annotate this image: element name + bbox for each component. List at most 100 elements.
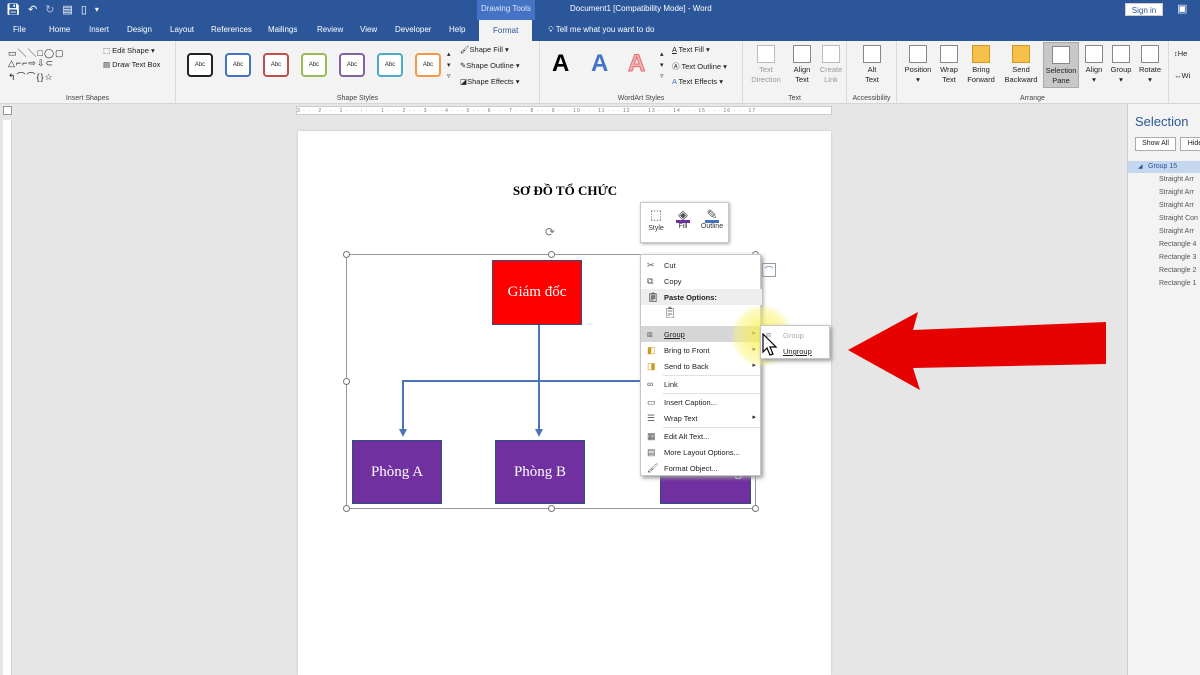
draw-text-box-button[interactable]: ▤ Draw Text Box (103, 60, 160, 69)
undo-icon[interactable]: ↶ (28, 3, 37, 16)
selection-item-group[interactable]: ◢ Group 15 (1128, 161, 1200, 173)
mini-style-button[interactable]: ⬚ Style (643, 207, 669, 232)
selection-pane-label-1: Selection (1045, 66, 1077, 75)
rotate-button[interactable]: Rotate ▾ (1135, 45, 1165, 85)
customize-qat-icon[interactable]: ▾ (95, 3, 99, 16)
layout-options-icon[interactable]: ⌒ (762, 263, 776, 277)
shape-height-field[interactable]: ↕He (1174, 49, 1187, 58)
shapes-gallery-row2[interactable]: △⌐⌐⇨⇩⊂ (8, 58, 54, 69)
edit-shape-button[interactable]: ⬚ Edit Shape ▾ (103, 46, 155, 55)
arrange-label: Arrange (1020, 95, 1045, 102)
shape-style-6[interactable]: Abc (377, 53, 403, 77)
mini-outline-button[interactable]: ✎ Outline (697, 207, 727, 230)
selection-item[interactable]: Rectangle 1 (1128, 278, 1200, 290)
wrap-text-button[interactable]: Wrap Text (935, 45, 963, 85)
tab-mailings[interactable]: Mailings (268, 25, 297, 34)
page-title: SƠ ĐỒ TỔ CHỨC (512, 183, 618, 198)
show-all-button[interactable]: Show All (1135, 137, 1176, 151)
send-backward-label-1: Send (1012, 65, 1030, 74)
resize-handle-l[interactable] (343, 378, 350, 385)
tab-format[interactable]: Format (479, 20, 533, 41)
selection-item[interactable]: Straight Arr (1128, 200, 1200, 212)
department-a-box[interactable]: Phòng A (352, 440, 442, 504)
menu-insert-caption[interactable]: ▭ Insert Caption... (641, 394, 762, 410)
shape-style-4[interactable]: Abc (301, 53, 327, 77)
tab-home[interactable]: Home (49, 25, 70, 34)
shape-fill-button[interactable]: 🖌︎Shape Fill ▾ (460, 45, 509, 54)
selection-item[interactable]: Straight Arr (1128, 226, 1200, 238)
sign-in-button[interactable]: Sign in (1125, 3, 1163, 16)
tell-me-search[interactable]: 💡︎ Tell me what you want to do (548, 25, 654, 35)
selection-item[interactable]: Straight Arr (1128, 187, 1200, 199)
director-box[interactable]: Giám đốc (492, 260, 582, 325)
shape-outline-button[interactable]: ✎Shape Outline ▾ (460, 61, 520, 70)
new-document-icon[interactable]: ▯ (81, 3, 87, 16)
wordart-black[interactable]: A (552, 50, 569, 78)
menu-copy[interactable]: ⧉ Copy (641, 273, 762, 289)
mini-fill-button[interactable]: ◈ Fill (670, 207, 696, 230)
tab-references[interactable]: References (211, 25, 252, 34)
ruler-tab-selector[interactable] (3, 106, 12, 115)
selection-item[interactable]: Rectangle 2 (1128, 265, 1200, 277)
shape-styles-scroll[interactable]: ▴ ▾ ▿ (447, 49, 451, 82)
tab-help[interactable]: Help (449, 25, 465, 34)
selection-item[interactable]: Rectangle 4 (1128, 239, 1200, 251)
group-button[interactable]: Group ▾ (1107, 45, 1135, 85)
align-text-button[interactable]: Align Text (787, 45, 817, 85)
menu-edit-alt-text[interactable]: ▦ Edit Alt Text... (641, 428, 762, 444)
vertical-ruler[interactable] (3, 120, 12, 675)
department-b-box[interactable]: Phòng B (495, 440, 585, 504)
text-effects-button[interactable]: A Text Effects ▾ (672, 77, 723, 86)
ribbon-display-options-icon[interactable]: ▣ (1177, 2, 1187, 15)
selection-pane-button[interactable]: Selection Pane (1043, 42, 1079, 88)
wordart-outline-red[interactable]: A (627, 50, 645, 78)
shapes-gallery-row3[interactable]: ↰⌒⌒{}☆ (8, 70, 54, 83)
tab-design[interactable]: Design (127, 25, 152, 34)
shape-width-field[interactable]: ↔Wi (1174, 71, 1190, 80)
text-outline-button[interactable]: Ⓐ Text Outline ▾ (672, 61, 727, 72)
align-button[interactable]: Align ▾ (1081, 45, 1107, 85)
shape-style-2[interactable]: Abc (225, 53, 251, 77)
rotate-handle-icon[interactable]: ⟳ (545, 225, 555, 239)
shape-style-1[interactable]: Abc (187, 53, 213, 77)
shape-style-5[interactable]: Abc (339, 53, 365, 77)
position-button[interactable]: Position ▾ (901, 45, 935, 85)
wordart-scroll[interactable]: ▴ ▾ ▿ (660, 49, 664, 82)
tab-insert[interactable]: Insert (89, 25, 109, 34)
tab-developer[interactable]: Developer (395, 25, 431, 34)
bring-forward-button[interactable]: Bring Forward (963, 45, 999, 85)
group-wordart-styles: A A A ▴ ▾ ▿ A Text Fill ▾ Ⓐ Text Outline ▾… (540, 41, 743, 104)
menu-link[interactable]: ∞ Link (641, 376, 762, 392)
resize-handle-t[interactable] (548, 251, 555, 258)
text-direction-button[interactable]: Text Direction (751, 45, 781, 85)
redo-icon[interactable]: ↻ (45, 3, 54, 16)
shape-style-3[interactable]: Abc (263, 53, 289, 77)
tab-layout[interactable]: Layout (170, 25, 194, 34)
create-link-button[interactable]: Create Link (817, 45, 845, 85)
resize-handle-bl[interactable] (343, 505, 350, 512)
wordart-blue[interactable]: A (591, 50, 608, 78)
tab-view[interactable]: View (360, 25, 377, 34)
resize-handle-br[interactable] (752, 505, 759, 512)
send-backward-button[interactable]: Send Backward (1001, 45, 1041, 85)
menu-cut[interactable]: ✂ Cut (641, 257, 762, 273)
tab-file[interactable]: File (13, 25, 26, 34)
resize-handle-tl[interactable] (343, 251, 350, 258)
hide-all-button[interactable]: Hide (1180, 137, 1200, 151)
print-preview-icon[interactable]: ▤ (62, 3, 72, 16)
alt-text-button[interactable]: Alt Text (857, 45, 887, 85)
menu-more-layout-options[interactable]: ▤ More Layout Options... (641, 444, 762, 460)
resize-handle-b[interactable] (548, 505, 555, 512)
save-icon[interactable]: 💾︎ (6, 3, 20, 16)
text-fill-button[interactable]: A Text Fill ▾ (672, 45, 710, 54)
menu-wrap-text[interactable]: ☰ Wrap Text ▸ (641, 410, 762, 426)
shape-effects-button[interactable]: ◪Shape Effects ▾ (460, 77, 520, 86)
horizontal-ruler[interactable]: 3 · · · 2 · · · 1 · · · ⁝ · · · 1 · · · … (296, 106, 832, 115)
selection-item[interactable]: Rectangle 3 (1128, 252, 1200, 264)
selection-item[interactable]: Straight Arr (1128, 174, 1200, 186)
shape-style-7[interactable]: Abc (415, 53, 441, 77)
selection-item[interactable]: Straight Con (1128, 213, 1200, 225)
width-label: Wi (1181, 71, 1191, 80)
menu-format-object[interactable]: 🖌︎ Format Object... (641, 460, 762, 476)
tab-review[interactable]: Review (317, 25, 343, 34)
